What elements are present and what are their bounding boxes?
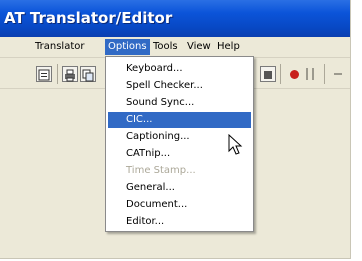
menu-translator[interactable]: Translator (32, 39, 87, 55)
menu-item-sound-sync[interactable]: Sound Sync... (108, 95, 251, 111)
dash-icon[interactable] (334, 73, 342, 75)
menu-view[interactable]: View (184, 39, 214, 55)
app-window: AT Translator/Editor Translator Options … (0, 0, 351, 259)
toolbar-separator (280, 64, 281, 84)
document-icon[interactable] (36, 66, 52, 82)
window-title: AT Translator/Editor (0, 0, 350, 37)
menu-help[interactable]: Help (214, 39, 243, 55)
menu-item-keyboard[interactable]: Keyboard... (108, 61, 251, 77)
menu-options[interactable]: Options (105, 39, 150, 55)
menu-item-editor[interactable]: Editor... (108, 214, 251, 230)
record-icon[interactable] (290, 70, 299, 79)
menu-item-cic[interactable]: CIC... (108, 112, 251, 128)
menu-item-document[interactable]: Document... (108, 197, 251, 213)
menu-item-spell-checker[interactable]: Spell Checker... (108, 78, 251, 94)
copy-icon[interactable] (80, 66, 96, 82)
mouse-cursor-icon (228, 134, 243, 155)
toolbar-separator (324, 64, 325, 84)
pause-icon[interactable] (312, 68, 314, 80)
menu-tools[interactable]: Tools (150, 39, 181, 55)
stop-icon[interactable] (260, 66, 276, 82)
menubar: Translator Options Tools View Help (0, 37, 350, 58)
toolbar-separator (57, 64, 58, 84)
pause-icon[interactable] (306, 68, 308, 80)
print-icon[interactable] (62, 66, 78, 82)
menu-item-general[interactable]: General... (108, 180, 251, 196)
menu-item-time-stamp: Time Stamp... (126, 165, 196, 176)
